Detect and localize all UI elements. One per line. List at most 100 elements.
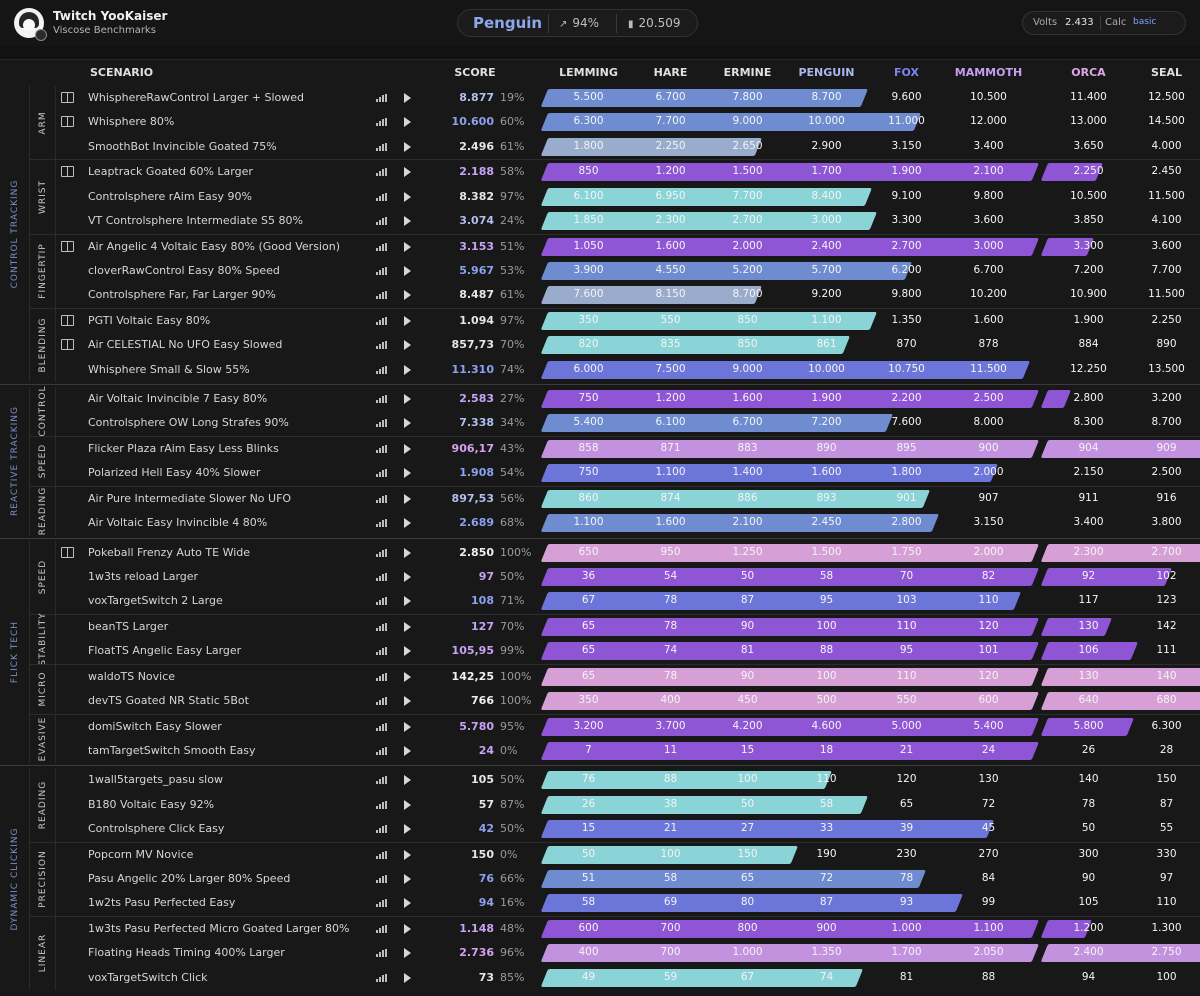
leaderboard-icon[interactable] — [376, 168, 387, 177]
table-row[interactable]: Leaptrack Goated 60% Larger 2.188 58% 850 1.… — [0, 160, 1200, 184]
leaderboard-icon[interactable] — [376, 800, 387, 809]
scenario-name[interactable]: 1w3ts reload Larger — [88, 570, 198, 583]
book-icon[interactable] — [61, 92, 74, 103]
scenario-name[interactable]: VT Controlsphere Intermediate S5 80% — [88, 214, 303, 227]
play-icon[interactable] — [404, 468, 411, 479]
column-header-scenario[interactable]: SCENARIO — [90, 60, 160, 86]
leaderboard-icon[interactable] — [376, 825, 387, 834]
table-row[interactable]: Polarized Hell Easy 40% Slower 1.908 54% 75… — [0, 461, 1200, 485]
table-row[interactable]: voxTargetSwitch Click 73 85% 49 59 67 74 81 88 94… — [0, 966, 1200, 990]
book-icon[interactable] — [61, 314, 74, 326]
scenario-name[interactable]: voxTargetSwitch Click — [88, 971, 208, 984]
leaderboard-icon[interactable] — [376, 572, 387, 581]
play-icon[interactable] — [404, 696, 411, 707]
table-row[interactable]: Floating Heads Timing 400% Larger 2.736 96… — [0, 941, 1200, 965]
leaderboard-icon[interactable] — [376, 722, 387, 731]
play-icon[interactable] — [404, 216, 411, 227]
leaderboard-icon[interactable] — [376, 672, 387, 681]
play-icon[interactable] — [404, 571, 411, 582]
table-row[interactable]: cloverRawControl Easy 80% Speed 5.967 53% 3… — [0, 259, 1200, 283]
leaderboard-icon[interactable] — [376, 217, 387, 226]
play-icon[interactable] — [404, 265, 411, 276]
scenario-name[interactable]: Air Pure Intermediate Slower No UFO — [88, 492, 291, 505]
book-icon[interactable] — [61, 546, 74, 558]
leaderboard-icon[interactable] — [376, 316, 387, 325]
scenario-name[interactable]: voxTargetSwitch 2 Large — [88, 594, 223, 607]
leaderboard-icon[interactable] — [376, 622, 387, 631]
play-icon[interactable] — [404, 518, 411, 529]
table-row[interactable]: Controlsphere Far, Far Larger 90% 8.487 61… — [0, 283, 1200, 307]
leaderboard-icon[interactable] — [376, 519, 387, 528]
play-icon[interactable] — [404, 290, 411, 301]
table-row[interactable]: tamTargetSwitch Smooth Easy 24 0% 7 11 15 18 21… — [0, 739, 1200, 763]
leaderboard-icon[interactable] — [376, 444, 387, 453]
table-row[interactable]: Controlsphere Click Easy 42 50% 15 21 27 33 39 4… — [0, 817, 1200, 841]
book-icon[interactable] — [61, 116, 74, 128]
play-icon[interactable] — [404, 418, 411, 429]
table-row[interactable]: FloatTS Angelic Easy Larger 105,95 99% 65 74… — [0, 639, 1200, 663]
leaderboard-icon[interactable] — [376, 192, 387, 201]
leaderboard-icon[interactable] — [376, 242, 387, 251]
table-row[interactable]: Pokeball Frenzy Auto TE Wide 2.850 100% 650… — [0, 541, 1200, 565]
play-icon[interactable] — [404, 621, 411, 632]
leaderboard-icon[interactable] — [376, 469, 387, 478]
play-icon[interactable] — [404, 799, 411, 810]
column-header-score[interactable]: SCORE — [440, 60, 510, 86]
scenario-name[interactable]: Controlsphere Click Easy — [88, 822, 224, 835]
leaderboard-icon[interactable] — [376, 597, 387, 606]
scenario-name[interactable]: Floating Heads Timing 400% Larger — [88, 946, 285, 959]
scenario-name[interactable]: Pasu Angelic 20% Larger 80% Speed — [88, 872, 290, 885]
play-icon[interactable] — [404, 547, 411, 558]
play-icon[interactable] — [404, 671, 411, 682]
scenario-name[interactable]: Air Voltaic Easy Invincible 4 80% — [88, 516, 267, 529]
scenario-name[interactable]: devTS Goated NR Static 5Bot — [88, 694, 249, 707]
leaderboard-icon[interactable] — [376, 548, 387, 557]
play-icon[interactable] — [404, 191, 411, 202]
scenario-name[interactable]: Controlsphere rAim Easy 90% — [88, 190, 252, 203]
scenario-name[interactable]: PGTI Voltaic Easy 80% — [88, 314, 210, 327]
scenario-name[interactable]: Air Voltaic Invincible 7 Easy 80% — [88, 392, 267, 405]
leaderboard-icon[interactable] — [376, 746, 387, 755]
play-icon[interactable] — [404, 93, 411, 103]
play-icon[interactable] — [404, 241, 411, 252]
table-row[interactable]: Controlsphere rAim Easy 90% 8.382 97% 6.100… — [0, 185, 1200, 209]
leaderboard-icon[interactable] — [376, 118, 387, 127]
play-icon[interactable] — [404, 315, 411, 326]
leaderboard-icon[interactable] — [376, 776, 387, 785]
table-row[interactable]: devTS Goated NR Static 5Bot 766 100% 350 400… — [0, 689, 1200, 713]
table-row[interactable]: Flicker Plaza rAim Easy Less Blinks 906,1… — [0, 437, 1200, 461]
table-row[interactable]: PGTI Voltaic Easy 80% 1.094 97% 350 550 850 1.… — [0, 309, 1200, 333]
play-icon[interactable] — [404, 167, 411, 178]
table-row[interactable]: Whisphere Small & Slow 55% 11.310 74% 6.000… — [0, 358, 1200, 382]
table-row[interactable]: Whisphere 80% 10.600 60% 6.300 7.700 9.000 10.… — [0, 110, 1200, 134]
leaderboard-icon[interactable] — [376, 850, 387, 859]
scenario-name[interactable]: Whisphere Small & Slow 55% — [88, 363, 250, 376]
scenario-name[interactable]: B180 Voltaic Easy 92% — [88, 798, 214, 811]
table-row[interactable]: Air Angelic 4 Voltaic Easy 80% (Good Ver… — [0, 235, 1200, 259]
scenario-name[interactable]: WhisphereRawControl Larger + Slowed — [88, 91, 304, 104]
table-row[interactable]: WhisphereRawControl Larger + Slowed 8.877… — [0, 86, 1200, 110]
play-icon[interactable] — [404, 364, 411, 375]
table-row[interactable]: 1w3ts reload Larger 97 50% 36 54 50 58 70 82 92 10… — [0, 565, 1200, 589]
scenario-name[interactable]: 1wall5targets_pasu slow — [88, 773, 223, 786]
play-icon[interactable] — [404, 443, 411, 454]
leaderboard-icon[interactable] — [376, 647, 387, 656]
play-icon[interactable] — [404, 849, 411, 860]
leaderboard-icon[interactable] — [376, 266, 387, 275]
table-row[interactable]: Popcorn MV Novice 150 0% 50 100 150 190 230 270 3… — [0, 843, 1200, 867]
table-row[interactable]: Air CELESTIAL No UFO Easy Slowed 857,73 70… — [0, 333, 1200, 357]
calc-mode-select[interactable]: basic — [1133, 17, 1156, 27]
table-row[interactable]: SmoothBot Invincible Goated 75% 2.496 61% 1… — [0, 135, 1200, 159]
play-icon[interactable] — [404, 141, 411, 152]
leaderboard-icon[interactable] — [376, 924, 387, 933]
scenario-name[interactable]: FloatTS Angelic Easy Larger — [88, 644, 241, 657]
scenario-name[interactable]: Polarized Hell Easy 40% Slower — [88, 466, 260, 479]
leaderboard-icon[interactable] — [376, 697, 387, 706]
play-icon[interactable] — [404, 824, 411, 835]
table-row[interactable]: Controlsphere OW Long Strafes 90% 7.338 34… — [0, 411, 1200, 435]
table-row[interactable]: waldoTS Novice 142,25 100% 65 78 90 100 110 120 1… — [0, 665, 1200, 689]
table-row[interactable]: Pasu Angelic 20% Larger 80% Speed 76 66% 51… — [0, 867, 1200, 891]
scenario-name[interactable]: SmoothBot Invincible Goated 75% — [88, 140, 277, 153]
play-icon[interactable] — [404, 117, 411, 128]
leaderboard-icon[interactable] — [376, 142, 387, 151]
